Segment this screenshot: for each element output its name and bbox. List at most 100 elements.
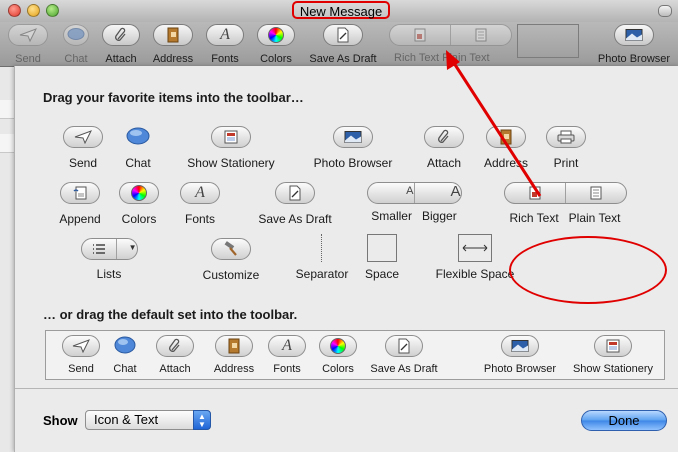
plain-text-segment[interactable] xyxy=(449,25,511,45)
append-button[interactable] xyxy=(60,182,100,204)
fonts-button[interactable]: A xyxy=(206,24,244,46)
toolbar-save-as-draft[interactable]: Save As Draft xyxy=(304,24,382,65)
photo-browser-button[interactable] xyxy=(614,24,654,46)
show-mode-value: Icon & Text xyxy=(94,412,159,427)
default-label: Photo Browser xyxy=(483,363,557,375)
address-button[interactable] xyxy=(486,126,526,148)
address-button[interactable] xyxy=(153,24,193,46)
palette-text-format[interactable]: Rich Text Plain Text xyxy=(501,182,629,225)
address-book-icon xyxy=(167,27,179,43)
rich-text-segment[interactable] xyxy=(505,183,565,203)
palette-address[interactable]: Address xyxy=(481,126,531,170)
palette-label: Lists xyxy=(96,267,122,281)
palette-show-stationery[interactable]: Show Stationery xyxy=(185,126,277,170)
lists-button[interactable]: ▼ xyxy=(80,238,138,260)
default-toolbar-set[interactable]: Send Chat Attach Address A Fonts Colors … xyxy=(45,330,665,380)
zoom-window-button[interactable] xyxy=(46,4,59,17)
palette-label: Print xyxy=(553,156,579,170)
send-button[interactable] xyxy=(63,126,103,148)
photo-browser-button[interactable] xyxy=(333,126,373,148)
paper-plane-icon xyxy=(19,28,37,42)
palette-colors[interactable]: Colors xyxy=(117,182,161,226)
colors-button[interactable] xyxy=(119,182,159,204)
palette-label: Save As Draft xyxy=(258,212,332,226)
text-format-segmented-control[interactable] xyxy=(388,24,512,46)
toolbar-text-format[interactable]: Rich Text Plain Text xyxy=(388,24,512,64)
rich-text-segment[interactable] xyxy=(390,25,450,45)
show-stationery-button[interactable] xyxy=(211,126,251,148)
toolbar-label: Chat xyxy=(64,53,88,65)
toolbar-chat[interactable]: Chat xyxy=(60,24,92,65)
default-colors: Colors xyxy=(316,335,360,375)
attach-button[interactable] xyxy=(102,24,140,46)
attach-button[interactable] xyxy=(424,126,464,148)
text-format-segmented-control[interactable] xyxy=(503,182,627,204)
toolbar-colors[interactable]: Colors xyxy=(254,24,298,65)
annotation-circle xyxy=(509,236,667,304)
divider xyxy=(15,388,678,389)
stationery-icon-button xyxy=(594,335,632,357)
rich-text-icon xyxy=(414,28,425,42)
print-button[interactable] xyxy=(546,126,586,148)
chat-button[interactable] xyxy=(63,24,89,46)
font-a-icon: A xyxy=(282,337,292,354)
lists-segment[interactable] xyxy=(82,239,116,259)
bigger-label: Bigger xyxy=(422,209,457,223)
palette-chat[interactable]: Chat xyxy=(121,126,155,170)
paper-plane-icon xyxy=(72,339,90,353)
palette-fonts[interactable]: A Fonts xyxy=(179,182,221,226)
toolbar-send[interactable]: Send xyxy=(6,24,50,65)
default-attach: Attach xyxy=(154,335,196,375)
palette-separator[interactable]: Separator xyxy=(293,234,351,281)
toolbar-toggle-button[interactable] xyxy=(658,5,672,17)
palette-print[interactable]: Print xyxy=(543,126,589,170)
palette-attach[interactable]: Attach xyxy=(421,126,467,170)
done-button[interactable]: Done xyxy=(581,410,667,431)
smaller-label: Smaller xyxy=(371,209,412,223)
font-a-icon: A xyxy=(220,26,230,43)
lists-dropdown[interactable]: ▼ xyxy=(115,239,137,259)
palette-send[interactable]: Send xyxy=(59,126,107,170)
colors-icon-button xyxy=(319,335,357,357)
palette-lists[interactable]: ▼ Lists xyxy=(79,238,139,281)
palette-flexible-space[interactable]: Flexible Space xyxy=(433,234,517,281)
plain-text-icon xyxy=(590,186,601,200)
palette-label: Fonts xyxy=(184,212,215,226)
photo-icon xyxy=(344,131,362,143)
show-mode-select[interactable]: Icon & Text ▲ ▼ xyxy=(85,410,211,430)
send-button[interactable] xyxy=(8,24,48,46)
customize-button[interactable] xyxy=(211,238,251,260)
default-label: Chat xyxy=(113,363,137,375)
show-label: Show xyxy=(43,413,78,428)
toolbar-fonts[interactable]: A Fonts xyxy=(204,24,246,65)
smaller-segment[interactable]: A xyxy=(368,183,413,203)
bigger-segment[interactable]: A xyxy=(413,183,461,203)
plain-text-label: Plain Text xyxy=(568,211,621,225)
palette-font-size[interactable]: A A Smaller Bigger xyxy=(365,182,463,223)
toolbar-label: Colors xyxy=(260,53,292,65)
fonts-icon-button: A xyxy=(268,335,306,357)
fonts-button[interactable]: A xyxy=(180,182,220,204)
palette-customize[interactable]: Customize xyxy=(201,238,261,282)
palette-heading: Drag your favorite items into the toolba… xyxy=(43,90,304,105)
default-show-stationery: Show Stationery xyxy=(568,335,658,375)
save-as-draft-button[interactable] xyxy=(275,182,315,204)
save-as-draft-button[interactable] xyxy=(323,24,363,46)
palette-append[interactable]: Append xyxy=(55,182,105,226)
toolbar-photo-browser[interactable]: Photo Browser xyxy=(594,24,674,65)
palette-save-as-draft[interactable]: Save As Draft xyxy=(255,182,335,226)
palette-photo-browser[interactable]: Photo Browser xyxy=(309,126,397,170)
plain-text-segment[interactable] xyxy=(564,183,626,203)
title-bar: New Message xyxy=(0,0,678,23)
font-size-segmented-control[interactable]: A A xyxy=(366,182,462,204)
close-window-button[interactable] xyxy=(8,4,21,17)
toolbar-attach[interactable]: Attach xyxy=(100,24,142,65)
toolbar-address[interactable]: Address xyxy=(150,24,196,65)
customize-toolbar-sheet: Drag your favorite items into the toolba… xyxy=(14,66,678,452)
colors-button[interactable] xyxy=(257,24,295,46)
palette-space[interactable]: Space xyxy=(363,234,401,281)
toolbar-label: Photo Browser xyxy=(597,53,671,65)
minimize-window-button[interactable] xyxy=(27,4,40,17)
default-fonts: A Fonts xyxy=(266,335,308,375)
chat-button[interactable] xyxy=(125,126,151,148)
